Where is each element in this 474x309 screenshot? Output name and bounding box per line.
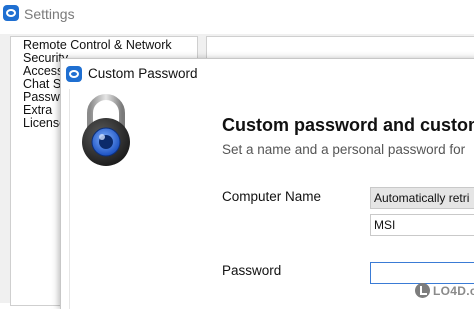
settings-titlebar: Settings — [0, 0, 474, 34]
dialog-titlebar[interactable]: Custom Password — [61, 59, 474, 89]
app-icon — [66, 66, 82, 82]
app-icon — [3, 5, 19, 21]
dialog-heading: Custom password and custom — [222, 115, 474, 135]
settings-nav-item-extra[interactable]: Extra — [23, 103, 52, 117]
dialog-subheading: Set a name and a personal password for — [222, 142, 466, 157]
settings-nav-item-access[interactable]: Access — [23, 64, 63, 78]
password-label: Password — [222, 263, 282, 278]
settings-nav-item-remote-control[interactable]: Remote Control & Network — [23, 38, 172, 52]
padlock-icon — [82, 94, 130, 166]
dialog-title: Custom Password — [88, 66, 198, 81]
computer-name-input[interactable]: MSI — [370, 214, 474, 236]
settings-window-title: Settings — [24, 6, 75, 22]
watermark: LO4D.com — [415, 281, 474, 301]
computer-name-mode-dropdown[interactable]: Automatically retri — [370, 187, 474, 209]
watermark-logo-icon — [415, 283, 430, 298]
computer-name-label: Computer Name — [222, 189, 322, 204]
watermark-text: LO4D.com — [433, 284, 474, 298]
custom-password-dialog: Custom Password Custom password and cust… — [60, 58, 474, 309]
